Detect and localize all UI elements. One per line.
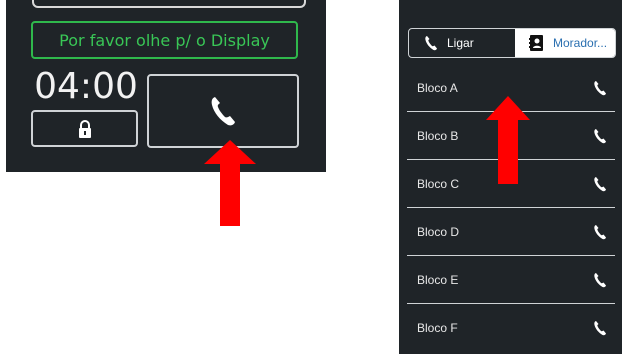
phone-icon bbox=[425, 36, 437, 51]
phone-icon[interactable] bbox=[593, 224, 607, 240]
red-arrow-call-annotation bbox=[204, 140, 256, 226]
panel-top-edge bbox=[32, 0, 306, 8]
phone-icon bbox=[211, 97, 235, 126]
block-label: Bloco D bbox=[417, 224, 460, 239]
phone-icon[interactable] bbox=[593, 80, 607, 96]
tab-morador-label: Morador... bbox=[553, 36, 608, 50]
tab-morador[interactable]: Morador... bbox=[515, 29, 615, 57]
block-label: Bloco F bbox=[417, 321, 458, 335]
phone-icon[interactable] bbox=[593, 128, 607, 144]
block-label: Bloco B bbox=[417, 128, 459, 143]
list-item[interactable]: Bloco D bbox=[407, 208, 615, 256]
display-message: Por favor olhe p/ o Display bbox=[31, 21, 298, 59]
phone-icon[interactable] bbox=[593, 320, 607, 336]
red-arrow-list-annotation bbox=[486, 96, 530, 184]
block-label: Bloco C bbox=[417, 176, 460, 191]
phone-icon[interactable] bbox=[593, 176, 607, 192]
call-button[interactable] bbox=[147, 74, 299, 148]
intercom-panel: Por favor olhe p/ o Display 04:00 bbox=[6, 0, 326, 172]
countdown-timer: 04:00 bbox=[34, 66, 138, 107]
tab-ligar-label: Ligar bbox=[447, 36, 474, 50]
block-label: Bloco E bbox=[417, 272, 459, 287]
list-item[interactable]: Bloco E bbox=[407, 256, 615, 304]
contacts-icon bbox=[529, 35, 543, 51]
tab-ligar[interactable]: Ligar bbox=[409, 29, 515, 57]
block-label: Bloco A bbox=[417, 80, 458, 95]
list-item[interactable]: Bloco F bbox=[407, 304, 615, 352]
phone-icon[interactable] bbox=[593, 272, 607, 288]
tab-bar: Ligar Morador... bbox=[408, 28, 616, 58]
lock-icon bbox=[78, 119, 91, 138]
unlock-button[interactable] bbox=[31, 110, 138, 147]
